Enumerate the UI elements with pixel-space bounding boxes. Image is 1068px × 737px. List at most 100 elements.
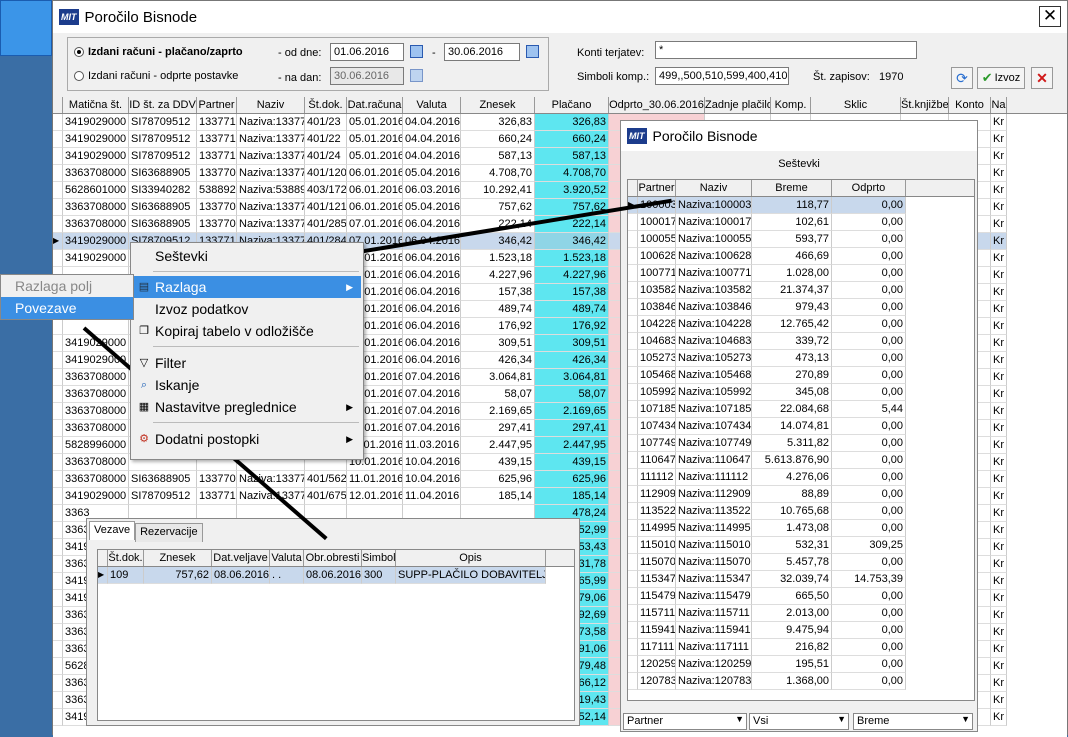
table-row[interactable]: 114995 Naziva:114995 1.473,08 0,00 <box>628 520 974 537</box>
table-row[interactable]: 113522 Naziva:113522 10.765,68 0,00 <box>628 503 974 520</box>
column-header[interactable]: ID št. za DDV <box>129 97 197 113</box>
column-header[interactable]: Št.knjižbe <box>901 97 949 113</box>
table-row[interactable]: 120259 Naziva:120259 195,51 0,00 <box>628 656 974 673</box>
row-indicator <box>628 299 638 316</box>
table-row[interactable]: 105468 Naziva:105468 270,89 0,00 <box>628 367 974 384</box>
submenu-item-razlaga-polj[interactable]: Razlaga polj <box>1 275 133 297</box>
table-row[interactable]: 115711 Naziva:115711 2.013,00 0,00 <box>628 605 974 622</box>
table-row[interactable]: 110647 Naziva:110647 5.613.876,90 0,00 <box>628 452 974 469</box>
menu-item-filter[interactable]: ▽ Filter <box>133 352 361 374</box>
desktop-tile[interactable] <box>0 0 52 56</box>
table-row[interactable]: 105273 Naziva:105273 473,13 0,00 <box>628 350 974 367</box>
table-row[interactable]: 115070 Naziva:115070 5.457,78 0,00 <box>628 554 974 571</box>
close-button[interactable]: ✕ <box>1039 6 1061 27</box>
table-cell: 06.04.2016 <box>403 267 461 284</box>
column-header[interactable]: Matična št. <box>63 97 129 113</box>
table-cell: 08.06.2016 <box>212 567 270 584</box>
table-cell: Kr <box>991 403 1007 420</box>
column-header[interactable]: Odprto <box>832 180 906 196</box>
table-row[interactable]: 111112 Naziva:111112 4.276,06 0,00 <box>628 469 974 486</box>
submenu-item-povezave[interactable]: Povezave <box>1 297 133 319</box>
menu-item-nastavitve[interactable]: ▦ Nastavitve preglednice ▶ <box>133 396 361 418</box>
konti-input[interactable]: * <box>655 41 917 59</box>
column-header[interactable]: Obr.obresti <box>304 550 362 566</box>
table-row[interactable]: 117111 Naziva:117111 216,82 0,00 <box>628 639 974 656</box>
filter-select[interactable]: Vsi ▼ <box>749 713 849 730</box>
sum-select[interactable]: Breme ▼ <box>853 713 973 730</box>
menu-item-kopiraj[interactable]: ❐ Kopiraj tabelo v odložišče <box>133 320 361 342</box>
table-row[interactable]: 107434 Naziva:107434 14.074,81 0,00 <box>628 418 974 435</box>
column-header[interactable]: Partner <box>638 180 676 196</box>
column-header[interactable]: Naziv <box>237 97 305 113</box>
table-row[interactable]: 104228 Naziva:104228 12.765,42 0,00 <box>628 316 974 333</box>
tab-vezave[interactable]: Vezave <box>89 521 136 540</box>
menu-item-izvoz[interactable]: Izvoz podatkov <box>133 298 361 320</box>
table-row[interactable]: ▶ 109 757,62 08.06.2016. . 08.06.2016 300 SUPP… <box>98 567 574 584</box>
table-cell: 05.04.2016 <box>403 199 461 216</box>
to-date-input[interactable]: 30.06.2016 <box>444 43 520 61</box>
radio-paid[interactable]: Izdani računi - plačano/zaprto <box>74 46 243 58</box>
column-header[interactable]: Opis <box>396 550 546 566</box>
row-indicator <box>53 624 63 641</box>
column-header[interactable]: Simbol <box>362 550 396 566</box>
table-cell: Kr <box>991 199 1007 216</box>
simboli-input[interactable]: 499,,500,510,599,400,410, <box>655 67 789 85</box>
table-row[interactable]: 105992 Naziva:105992 345,08 0,00 <box>628 384 974 401</box>
table-row[interactable]: 100055 Naziva:100055 593,77 0,00 <box>628 231 974 248</box>
column-header[interactable]: Konto <box>949 97 991 113</box>
tab-rezervacije[interactable]: Rezervacije <box>135 523 203 542</box>
column-header[interactable]: Št.dok. <box>305 97 347 113</box>
table-cell: 3419029000 <box>63 114 129 131</box>
table-cell: 100055 <box>638 231 676 248</box>
table-row[interactable]: ▶100003Naziva:100003118,770,00 <box>628 197 974 214</box>
table-row[interactable]: 115347 Naziva:115347 32.039,74 14.753,39 <box>628 571 974 588</box>
column-header[interactable]: Znesek <box>461 97 535 113</box>
radio-open[interactable]: Izdani računi - odprte postavke <box>74 70 238 82</box>
table-row[interactable]: 104683 Naziva:104683 339,72 0,00 <box>628 333 974 350</box>
table-row[interactable]: 120783 Naziva:120783 1.368,00 0,00 <box>628 673 974 690</box>
column-header[interactable]: Na <box>991 97 1007 113</box>
column-header[interactable]: Znesek <box>144 550 212 566</box>
column-header[interactable]: Valuta <box>270 550 304 566</box>
table-row[interactable]: 103582 Naziva:103582 21.374,37 0,00 <box>628 282 974 299</box>
calendar-icon[interactable] <box>410 45 423 58</box>
table-row[interactable]: 100017 Naziva:100017 102,61 0,00 <box>628 214 974 231</box>
table-row[interactable]: 115941 Naziva:115941 9.475,94 0,00 <box>628 622 974 639</box>
menu-item-dodatni[interactable]: ⚙ Dodatni postopki ▶ <box>133 428 361 450</box>
column-header[interactable]: Partner <box>197 97 237 113</box>
table-row[interactable]: 103846 Naziva:103846 979,43 0,00 <box>628 299 974 316</box>
vezave-grid[interactable]: Št.dok. Znesek Dat.veljave Valuta Obr.obrest… <box>97 549 575 721</box>
column-header[interactable]: Komp. <box>771 97 811 113</box>
menu-item-razlaga[interactable]: ▤ Razlaga ▶ <box>133 276 361 298</box>
column-header[interactable]: Dat.računa <box>347 97 403 113</box>
calendar-icon[interactable] <box>526 45 539 58</box>
cancel-button[interactable]: ✕ <box>1031 67 1053 89</box>
column-header[interactable]: Breme <box>752 180 832 196</box>
menu-item-iskanje[interactable]: ⌕ Iskanje <box>133 374 361 396</box>
table-row[interactable]: 107749 Naziva:107749 5.311,82 0,00 <box>628 435 974 452</box>
table-cell: 133771 <box>197 488 237 505</box>
sestevki-panel: MIT Poročilo Bisnode Seštevki Partner Naz… <box>620 120 978 732</box>
table-cell: SI63688905 <box>129 216 197 233</box>
table-row[interactable]: 100628 Naziva:100628 466,69 0,00 <box>628 248 974 265</box>
from-date-input[interactable]: 01.06.2016 <box>330 43 404 61</box>
column-header[interactable]: Št.dok. <box>108 550 144 566</box>
table-row[interactable]: 100771 Naziva:100771 1.028,00 0,00 <box>628 265 974 282</box>
izvoz-button[interactable]: ✔ Izvoz <box>977 67 1025 89</box>
table-row[interactable]: 115010 Naziva:115010 532,31 309,25 <box>628 537 974 554</box>
panel-grid[interactable]: PartnerNazivBremeOdprto▶100003Naziva:100… <box>627 179 975 701</box>
column-header[interactable]: Sklic <box>811 97 901 113</box>
refresh-button[interactable]: ⟳ <box>951 67 973 89</box>
column-header[interactable]: Dat.veljave <box>212 550 270 566</box>
table-row[interactable]: 107185 Naziva:107185 22.084,68 5,44 <box>628 401 974 418</box>
table-row[interactable]: 112909 Naziva:112909 88,89 0,00 <box>628 486 974 503</box>
column-header[interactable]: Naziv <box>676 180 752 196</box>
table-row[interactable]: 115479 Naziva:115479 665,50 0,00 <box>628 588 974 605</box>
column-header[interactable]: Valuta <box>403 97 461 113</box>
column-header[interactable]: Plačano <box>535 97 609 113</box>
column-header[interactable]: Odprto_30.06.2016 <box>609 97 705 113</box>
column-header[interactable]: Zadnje plačilo <box>705 97 771 113</box>
menu-item-sestevki[interactable]: Seštevki <box>133 245 361 267</box>
group-select[interactable]: Partner ▼ <box>623 713 747 730</box>
table-cell: Naziva:120783 <box>676 673 752 690</box>
